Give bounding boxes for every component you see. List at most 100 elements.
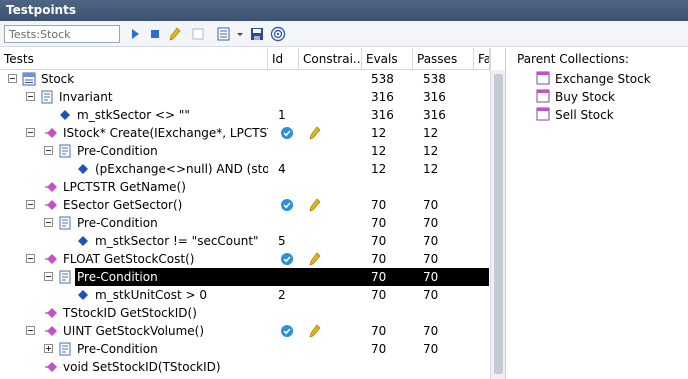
pencil-icon[interactable] [308, 198, 322, 212]
collection-icon [536, 71, 550, 85]
collapse-toggle-icon[interactable] [26, 128, 35, 137]
test-id: 5 [278, 234, 286, 248]
column-id[interactable]: Id [268, 48, 299, 70]
run-icon[interactable] [127, 26, 143, 42]
column-evals[interactable]: Evals [362, 48, 413, 70]
test-passes: 538 [423, 72, 446, 86]
test-evals: 70 [371, 252, 387, 266]
tree-row[interactable]: void SetStockID(TStockID) [0, 358, 490, 376]
save-icon[interactable] [249, 26, 265, 42]
condition-icon [58, 270, 72, 284]
test-passes: 316 [423, 90, 446, 104]
operation-icon [44, 252, 58, 266]
test-passes: 70 [423, 342, 439, 356]
expand-toggle-icon[interactable] [44, 344, 53, 353]
tree-row[interactable]: (pExchange<>null) AND (stock 4 12 12 [0, 160, 490, 178]
window-title: Testpoints [0, 0, 688, 21]
column-fa[interactable]: Fa [474, 48, 490, 70]
test-name: Invariant [59, 90, 113, 104]
test-evals: 70 [371, 234, 387, 248]
test-evals: 12 [371, 162, 387, 176]
test-name: TStockID GetStockID() [63, 306, 197, 320]
test-passes: 12 [423, 126, 439, 140]
checkbox-icon[interactable] [190, 26, 206, 42]
test-evals: 316 [371, 108, 394, 122]
test-name: Stock [41, 72, 75, 86]
collection-label: Buy Stock [555, 90, 615, 104]
test-name: m_stkSector <> "" [77, 108, 190, 122]
test-name: UINT GetStockVolume() [63, 324, 205, 338]
check-icon [280, 126, 294, 140]
test-id: 4 [278, 162, 286, 176]
class-icon [22, 72, 36, 86]
condition-icon [58, 342, 72, 356]
collection-item[interactable]: Sell Stock [536, 106, 686, 124]
collapse-toggle-icon[interactable] [26, 326, 35, 335]
filter-input[interactable]: Tests:Stock [4, 25, 120, 43]
toolbar: Tests:Stock [0, 21, 688, 47]
tree-row[interactable]: Pre-Condition 70 70 [0, 268, 490, 286]
collapse-toggle-icon[interactable] [44, 146, 53, 155]
tree-row[interactable]: FLOAT GetStockCost() 70 70 [0, 250, 490, 268]
operation-icon [44, 360, 58, 374]
test-evals: 12 [371, 144, 387, 158]
target-icon[interactable] [270, 26, 286, 42]
tree-row[interactable]: Pre-Condition 12 12 [0, 142, 490, 160]
tree-row[interactable]: ESector GetSector() 70 70 [0, 196, 490, 214]
collapse-toggle-icon[interactable] [26, 92, 35, 101]
tree-row[interactable]: Pre-Condition 70 70 [0, 340, 490, 358]
test-evals: 12 [371, 126, 387, 140]
tree-row[interactable]: LPCTSTR GetName() [0, 178, 490, 196]
test-passes: 70 [423, 216, 439, 230]
collapse-toggle-icon[interactable] [44, 272, 53, 281]
operation-icon [44, 306, 58, 320]
operation-icon [44, 198, 58, 212]
check-icon [280, 324, 294, 338]
header-scroll-cap [490, 48, 505, 70]
constraint-icon [76, 162, 90, 176]
grid-menu-icon[interactable] [216, 26, 232, 42]
test-name: m_stkUnitCost > 0 [95, 288, 208, 302]
tree-row[interactable]: IStock* Create(IExchange*, LPCTSTR, F 12 1… [0, 124, 490, 142]
operation-icon [44, 324, 58, 338]
condition-icon [58, 144, 72, 158]
scrollbar-thumb[interactable] [494, 74, 503, 374]
constraint-icon [76, 234, 90, 248]
column-constraints[interactable]: Constrai... [299, 48, 362, 70]
test-name: Pre-Condition [75, 268, 160, 286]
check-icon [280, 198, 294, 212]
tree-row[interactable]: UINT GetStockVolume() 70 70 [0, 322, 490, 340]
collapse-toggle-icon[interactable] [8, 74, 17, 83]
test-name: Pre-Condition [77, 216, 158, 230]
pencil-icon[interactable] [308, 324, 322, 338]
test-evals: 70 [371, 270, 387, 284]
tree-row[interactable]: m_stkSector != "secCount" 5 70 70 [0, 232, 490, 250]
column-passes[interactable]: Passes [413, 48, 474, 70]
pencil-icon[interactable] [308, 252, 322, 266]
tree-row[interactable]: Stock 538 538 [0, 70, 490, 88]
test-evals: 316 [371, 90, 394, 104]
collapse-toggle-icon[interactable] [26, 200, 35, 209]
test-evals: 70 [371, 342, 387, 356]
vertical-scrollbar[interactable] [490, 70, 505, 379]
test-name: IStock* Create(IExchange*, LPCTSTR, F [63, 126, 268, 140]
collection-item[interactable]: Buy Stock [536, 88, 686, 106]
test-passes: 316 [423, 108, 446, 122]
collection-item[interactable]: Exchange Stock [536, 70, 686, 88]
collection-label: Sell Stock [555, 108, 614, 122]
tree-row[interactable]: m_stkUnitCost > 0 2 70 70 [0, 286, 490, 304]
pencil-icon[interactable] [308, 126, 322, 140]
collection-icon [536, 89, 550, 103]
tree-row[interactable]: m_stkSector <> "" 1 316 316 [0, 106, 490, 124]
stop-icon[interactable] [147, 26, 163, 42]
column-tests[interactable]: Tests [0, 48, 268, 70]
pencil-icon[interactable] [167, 26, 183, 42]
collapse-toggle-icon[interactable] [26, 254, 35, 263]
tree-row[interactable]: Pre-Condition 70 70 [0, 214, 490, 232]
test-name: FLOAT GetStockCost() [63, 252, 195, 266]
test-passes: 70 [423, 288, 439, 302]
tree-row[interactable]: TStockID GetStockID() [0, 304, 490, 322]
collapse-toggle-icon[interactable] [44, 218, 53, 227]
chevron-down-icon[interactable] [232, 26, 243, 42]
tree-row[interactable]: Invariant 316 316 [0, 88, 490, 106]
